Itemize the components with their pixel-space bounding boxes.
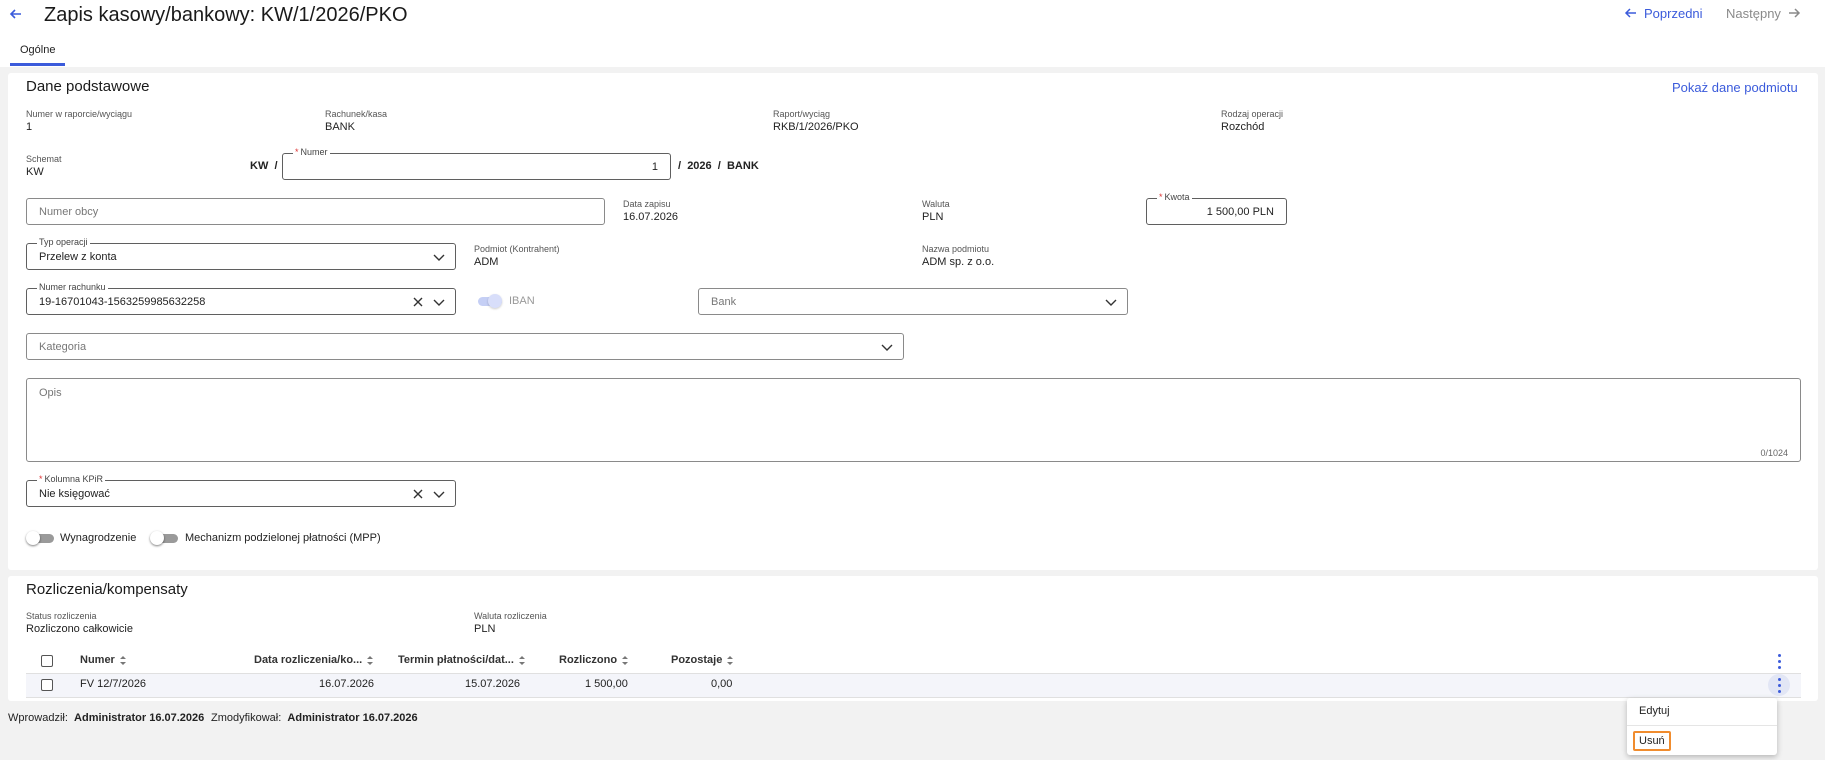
description-textarea[interactable]: Opis 0/1024 <box>26 378 1801 462</box>
arrow-left-icon <box>1624 8 1636 18</box>
next-button[interactable]: Następny <box>1726 6 1801 21</box>
number-suffix: / 2026 / BANK <box>678 160 759 172</box>
row-context-menu: Edytuj Usuń <box>1627 698 1777 755</box>
menu-divider <box>1627 725 1777 726</box>
foreign-number-input[interactable]: Numer obcy <box>26 198 605 225</box>
number-field-value: 1 <box>651 160 658 173</box>
cell-termin: 15.07.2026 <box>465 678 521 690</box>
bank-placeholder: Bank <box>711 295 737 308</box>
report-value: RKB/1/2026/PKO <box>773 121 859 133</box>
operation-type-label: Typ operacji <box>37 237 90 247</box>
category-select[interactable]: Kategoria <box>26 333 904 360</box>
clear-icon[interactable] <box>411 295 425 309</box>
row-options-icon[interactable] <box>1768 674 1790 696</box>
column-header-rozliczono[interactable]: Rozliczono <box>559 654 629 666</box>
created-by: Wprowadził: Administrator 16.07.2026 <box>8 712 205 724</box>
page-title: Zapis kasowy/bankowy: KW/1/2026/PKO <box>44 4 408 26</box>
settlement-status-label: Status rozliczenia <box>26 611 97 621</box>
sort-icon <box>367 655 374 665</box>
tab-ogolne[interactable]: Ogólne <box>10 44 66 66</box>
salary-label: Wynagrodzenie <box>60 532 137 544</box>
foreign-number-placeholder: Numer obcy <box>39 205 99 218</box>
sort-icon <box>622 655 629 665</box>
back-arrow-icon[interactable] <box>8 6 28 26</box>
previous-button[interactable]: Poprzedni <box>1624 6 1703 21</box>
kpir-column-value: Nie księgować <box>39 487 110 500</box>
chevron-down-icon <box>433 299 445 306</box>
scheme-value: KW <box>26 166 44 178</box>
entity-name-value: ADM sp. z o.o. <box>922 256 995 268</box>
arrow-right-icon <box>1788 8 1800 18</box>
settlement-currency-value: PLN <box>474 623 496 635</box>
modified-by: Zmodyfikował: Administrator 16.07.2026 <box>211 712 418 724</box>
bank-select[interactable]: Bank <box>698 288 1128 315</box>
cell-data: 16.07.2026 <box>319 678 375 690</box>
kpir-column-select[interactable]: * Kolumna KPiR Nie księgować <box>26 474 456 507</box>
table-row[interactable] <box>26 674 1801 698</box>
column-header-data-rozliczenia[interactable]: Data rozliczenia/ko... <box>254 654 374 666</box>
cell-pozostaje: 0,00 <box>711 678 733 690</box>
chevron-down-icon <box>433 254 445 261</box>
mpp-toggle[interactable] <box>150 531 180 545</box>
account-number-label: Numer rachunku <box>37 282 108 292</box>
table-options-icon[interactable] <box>1768 650 1790 672</box>
row-checkbox[interactable] <box>41 679 53 691</box>
menu-item-edit[interactable]: Edytuj <box>1639 705 1670 717</box>
amount-field[interactable]: * Kwota 1 500,00 PLN <box>1146 192 1287 225</box>
scheme-label: Schemat <box>26 154 62 164</box>
counterparty-label: Podmiot (Kontrahent) <box>474 244 560 254</box>
currency-value: PLN <box>922 211 944 223</box>
select-all-checkbox[interactable] <box>41 655 53 667</box>
chevron-down-icon <box>1105 299 1117 306</box>
salary-toggle[interactable] <box>26 531 56 545</box>
account-label: Rachunek/kasa <box>325 109 388 119</box>
operation-kind-value: Rozchód <box>1221 121 1265 133</box>
mpp-label: Mechanizm podzielonej płatności (MPP) <box>185 532 381 544</box>
number-prefix: KW / <box>250 160 278 172</box>
settlements-section-title: Rozliczenia/kompensaty <box>26 581 188 598</box>
report-label: Raport/wyciąg <box>773 109 831 119</box>
description-counter: 0/1024 <box>1760 448 1788 458</box>
clear-icon[interactable] <box>411 487 425 501</box>
sort-icon <box>518 655 525 665</box>
account-value: BANK <box>325 121 355 133</box>
description-placeholder: Opis <box>39 387 62 399</box>
menu-item-delete[interactable]: Usuń <box>1633 731 1671 751</box>
next-label: Następny <box>1726 6 1781 21</box>
currency-label: Waluta <box>922 199 950 209</box>
previous-label: Poprzedni <box>1644 6 1703 21</box>
amount-field-value: 1 500,00 PLN <box>1206 205 1274 218</box>
sort-icon <box>727 655 734 665</box>
show-entity-link[interactable]: Pokaż dane podmiotu <box>1672 80 1798 95</box>
column-header-pozostaje[interactable]: Pozostaje <box>671 654 734 666</box>
settlement-status-value: Rozliczono całkowicie <box>26 623 133 635</box>
column-header-termin[interactable]: Termin płatności/dat... <box>398 654 526 666</box>
iban-label: IBAN <box>509 295 535 307</box>
operation-type-value: Przelew z konta <box>39 250 117 263</box>
chevron-down-icon <box>881 344 893 351</box>
basic-section-title: Dane podstawowe <box>26 78 150 95</box>
column-header-numer[interactable]: Numer <box>80 654 127 666</box>
account-number-value: 19-16701043-1563259985632258 <box>39 295 206 308</box>
account-number-select[interactable]: Numer rachunku 19-16701043-1563259985632… <box>26 282 456 315</box>
report-number-label: Numer w raporcie/wyciągu <box>26 109 133 119</box>
settlement-currency-label: Waluta rozliczenia <box>474 611 547 621</box>
number-field[interactable]: * Numer 1 <box>282 147 671 180</box>
chevron-down-icon <box>433 491 445 498</box>
operation-type-select[interactable]: Typ operacji Przelew z konta <box>26 237 456 270</box>
counterparty-value: ADM <box>474 256 499 268</box>
entry-date-value: 16.07.2026 <box>623 211 679 223</box>
entity-name-label: Nazwa podmiotu <box>922 244 990 254</box>
cell-rozliczono: 1 500,00 <box>585 678 628 690</box>
amount-field-label: * Kwota <box>1157 192 1192 202</box>
cell-numer: FV 12/7/2026 <box>80 678 147 690</box>
sort-icon <box>119 655 126 665</box>
entry-date-label: Data zapisu <box>623 199 671 209</box>
kpir-column-label: * Kolumna KPiR <box>37 474 106 484</box>
category-placeholder: Kategoria <box>39 340 87 353</box>
report-number-value: 1 <box>26 121 33 133</box>
iban-toggle[interactable] <box>474 294 504 308</box>
number-field-label: * Numer <box>293 147 330 157</box>
operation-kind-label: Rodzaj operacji <box>1221 109 1284 119</box>
